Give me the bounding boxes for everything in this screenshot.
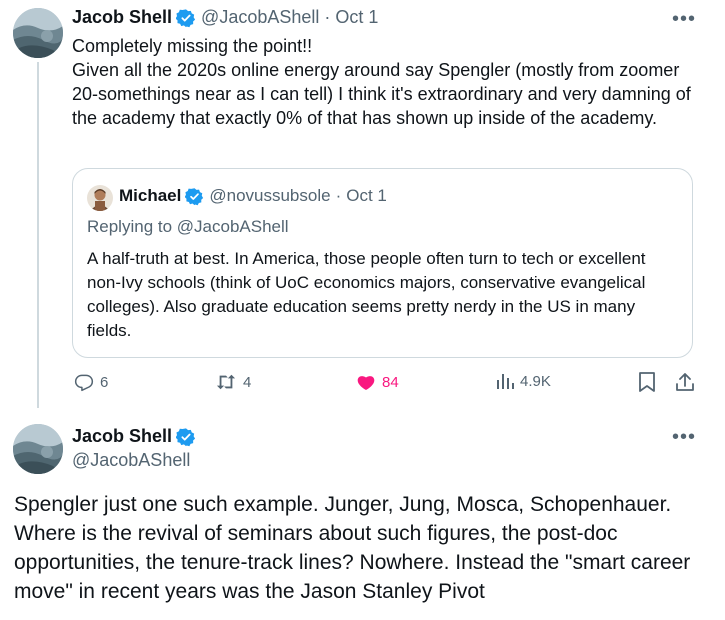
- like-count: 84: [382, 373, 399, 391]
- share-icon: [675, 372, 695, 392]
- tweet-header: Jacob Shell @JacobAShell · Oct 1: [72, 7, 378, 28]
- reply-button[interactable]: 6: [74, 372, 108, 392]
- quoted-tweet[interactable]: Michael @novussubsole · Oct 1 Replying t…: [72, 168, 693, 358]
- quote-timestamp[interactable]: Oct 1: [346, 186, 387, 206]
- display-name[interactable]: Jacob Shell: [72, 426, 172, 447]
- heart-icon: [356, 372, 376, 392]
- handle[interactable]: @JacobAShell: [72, 450, 190, 471]
- separator-dot: ·: [335, 186, 342, 205]
- retweet-button[interactable]: 4: [215, 372, 251, 392]
- display-name[interactable]: Jacob Shell: [72, 7, 172, 28]
- share-button[interactable]: [675, 372, 695, 392]
- views-icon: [496, 372, 514, 390]
- verified-badge-icon: [176, 8, 196, 28]
- reply-icon: [74, 372, 94, 392]
- reply-count: 6: [100, 373, 109, 391]
- more-options-icon[interactable]: •••: [672, 427, 696, 447]
- handle[interactable]: @JacobAShell: [201, 7, 319, 28]
- tweet-text: Completely missing the point!! Given all…: [72, 36, 691, 128]
- quote-avatar[interactable]: [87, 185, 113, 211]
- verified-badge-icon: [185, 187, 204, 206]
- quote-display-name[interactable]: Michael: [119, 186, 181, 206]
- avatar[interactable]: [13, 8, 63, 58]
- thread-connector-line: [37, 62, 39, 408]
- tweet-text: Spengler just one such example. Junger, …: [14, 493, 691, 603]
- verified-badge-icon: [176, 427, 196, 447]
- views-button[interactable]: 4.9K: [496, 372, 551, 390]
- bookmark-button[interactable]: [638, 372, 656, 392]
- view-count: 4.9K: [520, 372, 551, 390]
- quote-handle[interactable]: @novussubsole: [209, 186, 330, 206]
- quote-text: A half-truth at best. In America, those …: [87, 249, 646, 340]
- replying-to[interactable]: Replying to @JacobAShell: [87, 217, 289, 237]
- avatar[interactable]: [13, 424, 63, 474]
- tweet-header: Jacob Shell: [72, 426, 201, 447]
- tweet-action-bar: 6 4 84 4.9K: [72, 372, 702, 396]
- retweet-icon: [215, 372, 237, 392]
- separator-dot: ·: [324, 7, 331, 27]
- like-button[interactable]: 84: [356, 372, 399, 392]
- quote-header: Michael @novussubsole · Oct 1: [119, 186, 387, 206]
- bookmark-icon: [638, 372, 656, 392]
- more-options-icon[interactable]: •••: [672, 9, 696, 29]
- timestamp[interactable]: Oct 1: [335, 7, 378, 28]
- retweet-count: 4: [243, 373, 252, 391]
